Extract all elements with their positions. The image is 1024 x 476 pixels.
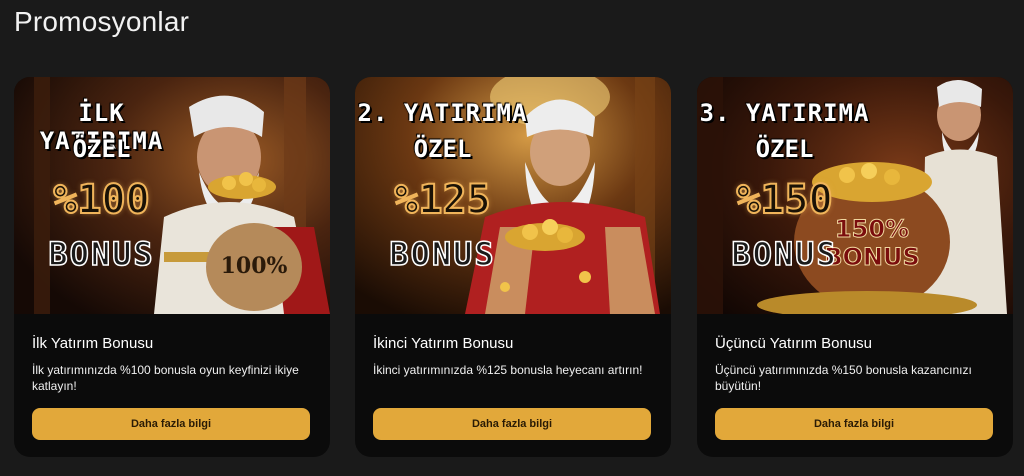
banner-headline: İLK YATIRIMA ÖZEL %100 BONUS [14, 77, 189, 314]
card-title: Üçüncü Yatırım Bonusu [715, 335, 873, 352]
promo-banner-image[interactable]: 100% İLK YATIRIMA ÖZEL %100 BONUS [14, 77, 330, 314]
banner-percent: %125 [393, 176, 491, 224]
card-title: İlk Yatırım Bonusu [32, 335, 154, 352]
banner-line-1: 2. YATIRIMA [357, 99, 528, 127]
promo-banner-image[interactable]: 150% BONUS 3. YATIRIMA ÖZEL %150 BONUS [697, 77, 1013, 314]
banner-bonus-word: BONUS [389, 234, 496, 274]
card-title: İkinci Yatırım Bonusu [373, 335, 514, 352]
more-info-button[interactable]: Daha fazla bilgi [373, 408, 651, 440]
more-info-button[interactable]: Daha fazla bilgi [32, 408, 310, 440]
banner-line-2: ÖZEL [755, 135, 814, 163]
banner-line-2: ÖZEL [413, 135, 472, 163]
promo-banner-image[interactable]: 2. YATIRIMA ÖZEL %125 BONUS [355, 77, 671, 314]
banner-line-2: ÖZEL [72, 135, 131, 163]
promo-card-third-deposit: 150% BONUS 3. YATIRIMA ÖZEL %150 BONUS Üç… [697, 77, 1013, 457]
banner-bonus-word: BONUS [48, 234, 155, 274]
banner-headline: 2. YATIRIMA ÖZEL %125 BONUS [355, 77, 530, 314]
sack-label: 100% [221, 253, 288, 279]
card-description: Üçüncü yatırımınızda %150 bonusla kazanc… [715, 363, 972, 393]
promo-card-second-deposit: 2. YATIRIMA ÖZEL %125 BONUS İkinci Yatır… [355, 77, 671, 457]
promo-card-first-deposit: 100% İLK YATIRIMA ÖZEL %100 BONUS İlk Ya… [14, 77, 330, 457]
banner-headline: 3. YATIRIMA ÖZEL %150 BONUS [697, 77, 872, 314]
banner-line-1: 3. YATIRIMA [699, 99, 870, 127]
card-description: İlk yatırımınızda %100 bonusla oyun keyf… [32, 363, 299, 393]
card-description: İkinci yatırımınızda %125 bonusla heyeca… [373, 363, 643, 377]
promotions-grid: 100% İLK YATIRIMA ÖZEL %100 BONUS İlk Ya… [14, 77, 1013, 457]
page-title: Promosyonlar [14, 6, 190, 37]
banner-bonus-word: BONUS [731, 234, 838, 274]
banner-percent: %150 [735, 176, 833, 224]
more-info-button[interactable]: Daha fazla bilgi [715, 408, 993, 440]
banner-percent: %100 [52, 176, 150, 224]
